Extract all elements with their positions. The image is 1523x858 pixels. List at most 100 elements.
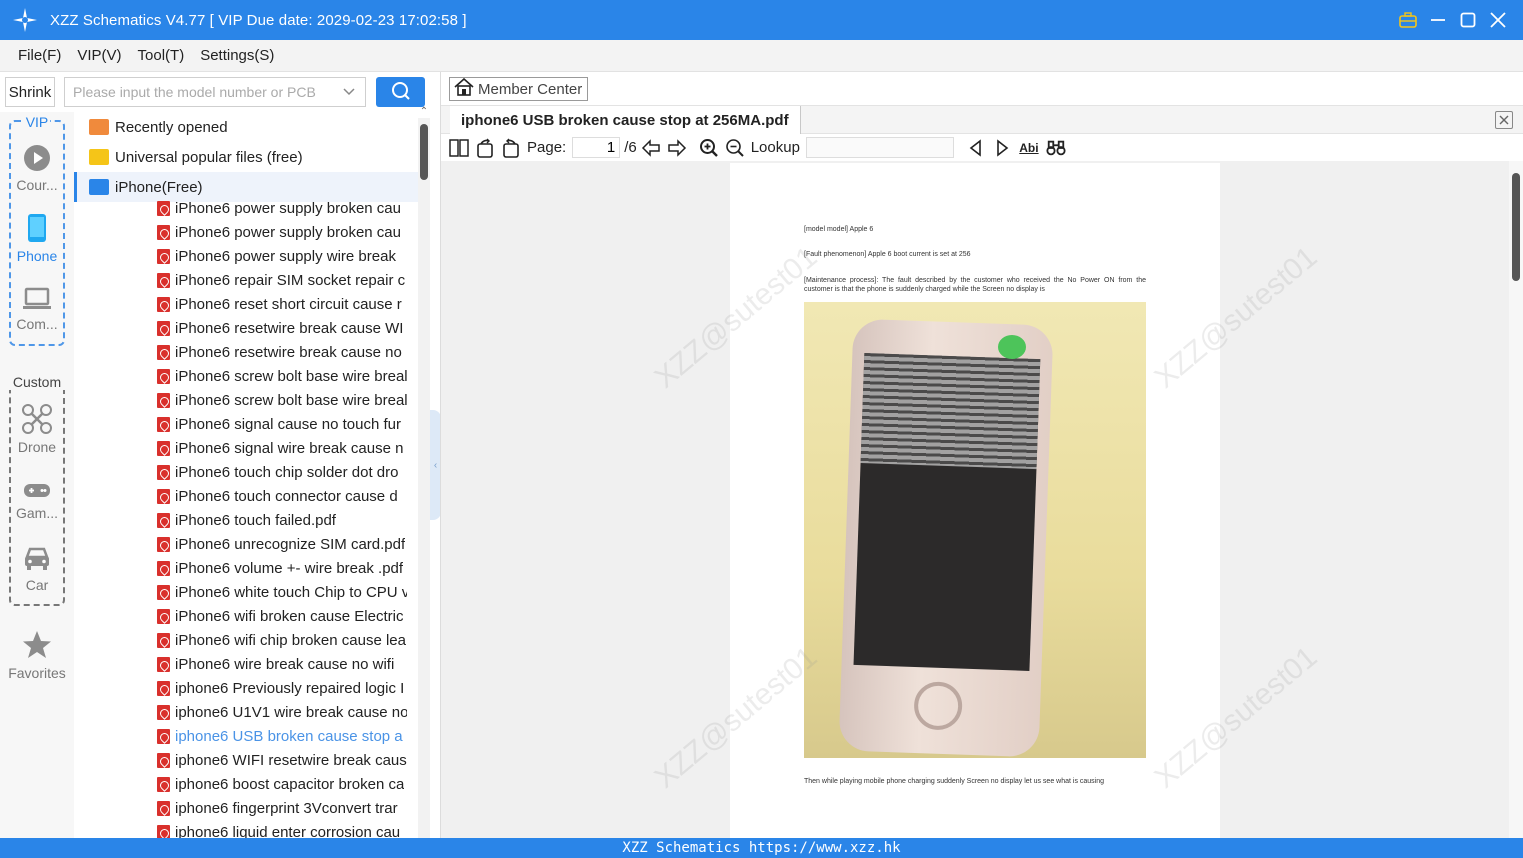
maximize-button[interactable]: [1453, 0, 1483, 40]
triangle-left-icon[interactable]: [966, 138, 986, 158]
arrow-left-icon[interactable]: [641, 138, 661, 158]
file-item[interactable]: iPhone6 touch failed.pdf: [157, 508, 407, 532]
page-number-input[interactable]: [572, 137, 621, 158]
file-item-label: iPhone6 touch failed.pdf: [175, 511, 336, 529]
menu-file[interactable]: File(F): [18, 47, 61, 64]
file-item[interactable]: iPhone6 wifi chip broken cause lea: [157, 628, 407, 652]
file-item[interactable]: iphone6 Previously repaired logic I: [157, 676, 407, 700]
file-item[interactable]: iPhone6 resetwire break cause WI: [157, 316, 407, 340]
category-rail: VIP Cour... Phone Com... Custom Drone Ga…: [0, 112, 74, 838]
file-item[interactable]: iPhone6 signal cause no touch fur: [157, 412, 407, 436]
file-item[interactable]: iPhone6 white touch Chip to CPU v: [157, 580, 407, 604]
car-icon: [0, 546, 74, 575]
file-item[interactable]: iPhone6 power supply wire break: [157, 244, 407, 268]
file-item[interactable]: iPhone6 volume +- wire break .pdf: [157, 556, 407, 580]
tree-item-label: Universal popular files (free): [115, 148, 303, 166]
tab-bar: iphone6 USB broken cause stop at 256MA.p…: [441, 105, 1523, 134]
close-all-tabs-icon[interactable]: [1495, 111, 1513, 129]
green-dot: [998, 335, 1026, 359]
file-item-label: iphone6 fingerprint 3Vconvert trar: [175, 799, 398, 817]
rail-item-car[interactable]: Car: [0, 546, 74, 593]
close-button[interactable]: [1483, 0, 1513, 40]
file-item[interactable]: iPhone6 touch connector cause d: [157, 484, 407, 508]
rail-item-drone[interactable]: Drone: [0, 404, 74, 455]
rail-item-favorites[interactable]: Favorites: [0, 630, 74, 681]
file-item[interactable]: iPhone6 screw bolt base wire breal: [157, 364, 407, 388]
search-box: [64, 77, 366, 107]
file-item-label: iphone6 U1V1 wire break cause no: [175, 703, 407, 721]
file-item[interactable]: iPhone6 power supply broken cau: [157, 196, 407, 220]
scroll-thumb[interactable]: [1512, 173, 1520, 281]
file-item[interactable]: iphone6 boost capacitor broken ca: [157, 772, 407, 796]
pdf-file-icon: [157, 824, 170, 838]
file-item[interactable]: iPhone6 wifi broken cause Electric: [157, 604, 407, 628]
pdf-file-icon: [157, 224, 170, 240]
file-item[interactable]: iPhone6 touch chip solder dot dro: [157, 460, 407, 484]
tab-document[interactable]: iphone6 USB broken cause stop at 256MA.p…: [450, 106, 801, 134]
rail-item-game[interactable]: Gam...: [0, 480, 74, 521]
file-item[interactable]: iPhone6 screw bolt base wire breal: [157, 388, 407, 412]
pdf-file-icon: [157, 296, 170, 312]
minimize-button[interactable]: [1423, 0, 1453, 40]
file-item[interactable]: iphone6 fingerprint 3Vconvert trar: [157, 796, 407, 820]
menu-vip[interactable]: VIP(V): [77, 47, 121, 64]
file-item[interactable]: iPhone6 signal wire break cause n: [157, 436, 407, 460]
pdf-file-icon: [157, 680, 170, 696]
chevron-down-icon[interactable]: [343, 84, 355, 103]
file-item[interactable]: iPhone6 unrecognize SIM card.pdf: [157, 532, 407, 556]
file-item[interactable]: iphone6 liquid enter corrosion cau: [157, 820, 407, 838]
search-icon: [391, 81, 411, 104]
file-item[interactable]: iPhone6 wire break cause no wifi: [157, 652, 407, 676]
rail-item-course[interactable]: Cour...: [0, 144, 74, 193]
pdf-file-icon: [157, 560, 170, 576]
screen-stripes: [860, 353, 1041, 470]
pdf-file-icon: [157, 704, 170, 720]
phone-icon: [0, 213, 74, 246]
tree-item-recently-opened[interactable]: Recently opened: [74, 112, 419, 142]
file-item[interactable]: iphone6 WIFI resetwire break caus: [157, 748, 407, 772]
rail-item-computer[interactable]: Com...: [0, 287, 74, 332]
search-input[interactable]: [73, 84, 333, 100]
zoom-out-icon[interactable]: [725, 138, 745, 158]
match-case-icon[interactable]: Abi: [1018, 138, 1040, 158]
file-item[interactable]: iPhone6 repair SIM socket repair c: [157, 268, 407, 292]
file-item[interactable]: iPhone6 reset short circuit cause r: [157, 292, 407, 316]
menu-tool[interactable]: Tool(T): [138, 47, 185, 64]
rail-item-phone[interactable]: Phone: [0, 213, 74, 264]
file-item-label: iPhone6 unrecognize SIM card.pdf: [175, 535, 406, 553]
viewer-scrollbar[interactable]: [1509, 161, 1523, 838]
file-item[interactable]: iPhone6 resetwire break cause no: [157, 340, 407, 364]
pdf-file-icon: [157, 728, 170, 744]
shrink-button[interactable]: Shrink: [5, 77, 55, 107]
search-button[interactable]: [376, 77, 425, 107]
arrow-right-icon[interactable]: [667, 138, 687, 158]
two-page-icon[interactable]: [449, 138, 469, 158]
file-item[interactable]: iPhone6 power supply broken cau: [157, 220, 407, 244]
file-item-label: iPhone6 volume +- wire break .pdf: [175, 559, 404, 577]
file-item[interactable]: iphone6 USB broken cause stop a: [157, 724, 407, 748]
zoom-in-icon[interactable]: [699, 138, 719, 158]
member-center-button[interactable]: Member Center: [449, 77, 588, 101]
tree-scrollbar[interactable]: ⌃: [418, 106, 430, 838]
tree-item-universal[interactable]: Universal popular files (free): [74, 142, 419, 172]
briefcase-icon[interactable]: [1393, 0, 1423, 40]
pdf-file-icon: [157, 416, 170, 432]
file-item-label: iPhone6 signal cause no touch fur: [175, 415, 401, 433]
menu-bar: File(F) VIP(V) Tool(T) Settings(S): [0, 40, 1523, 72]
file-item-label: iPhone6 screw bolt base wire breal: [175, 367, 407, 385]
file-item[interactable]: iphone6 U1V1 wire break cause no: [157, 700, 407, 724]
triangle-right-icon[interactable]: [992, 138, 1012, 158]
pdf-viewer[interactable]: [model model] Apple 6 [Fault phenomenon]…: [441, 161, 1509, 838]
pdf-file-icon: [157, 248, 170, 264]
pdf-file-icon: [157, 800, 170, 816]
folder-icon: [89, 149, 109, 165]
pdf-file-icon: [157, 536, 170, 552]
scroll-thumb[interactable]: [420, 124, 428, 180]
binoculars-icon[interactable]: [1046, 138, 1066, 158]
rotate-right-icon[interactable]: [501, 138, 521, 158]
menu-settings[interactable]: Settings(S): [200, 47, 274, 64]
rotate-left-icon[interactable]: [475, 138, 495, 158]
file-item-label: iphone6 USB broken cause stop a: [175, 727, 403, 745]
lookup-input[interactable]: [805, 137, 954, 158]
chevron-up-icon[interactable]: ⌃: [418, 106, 430, 117]
